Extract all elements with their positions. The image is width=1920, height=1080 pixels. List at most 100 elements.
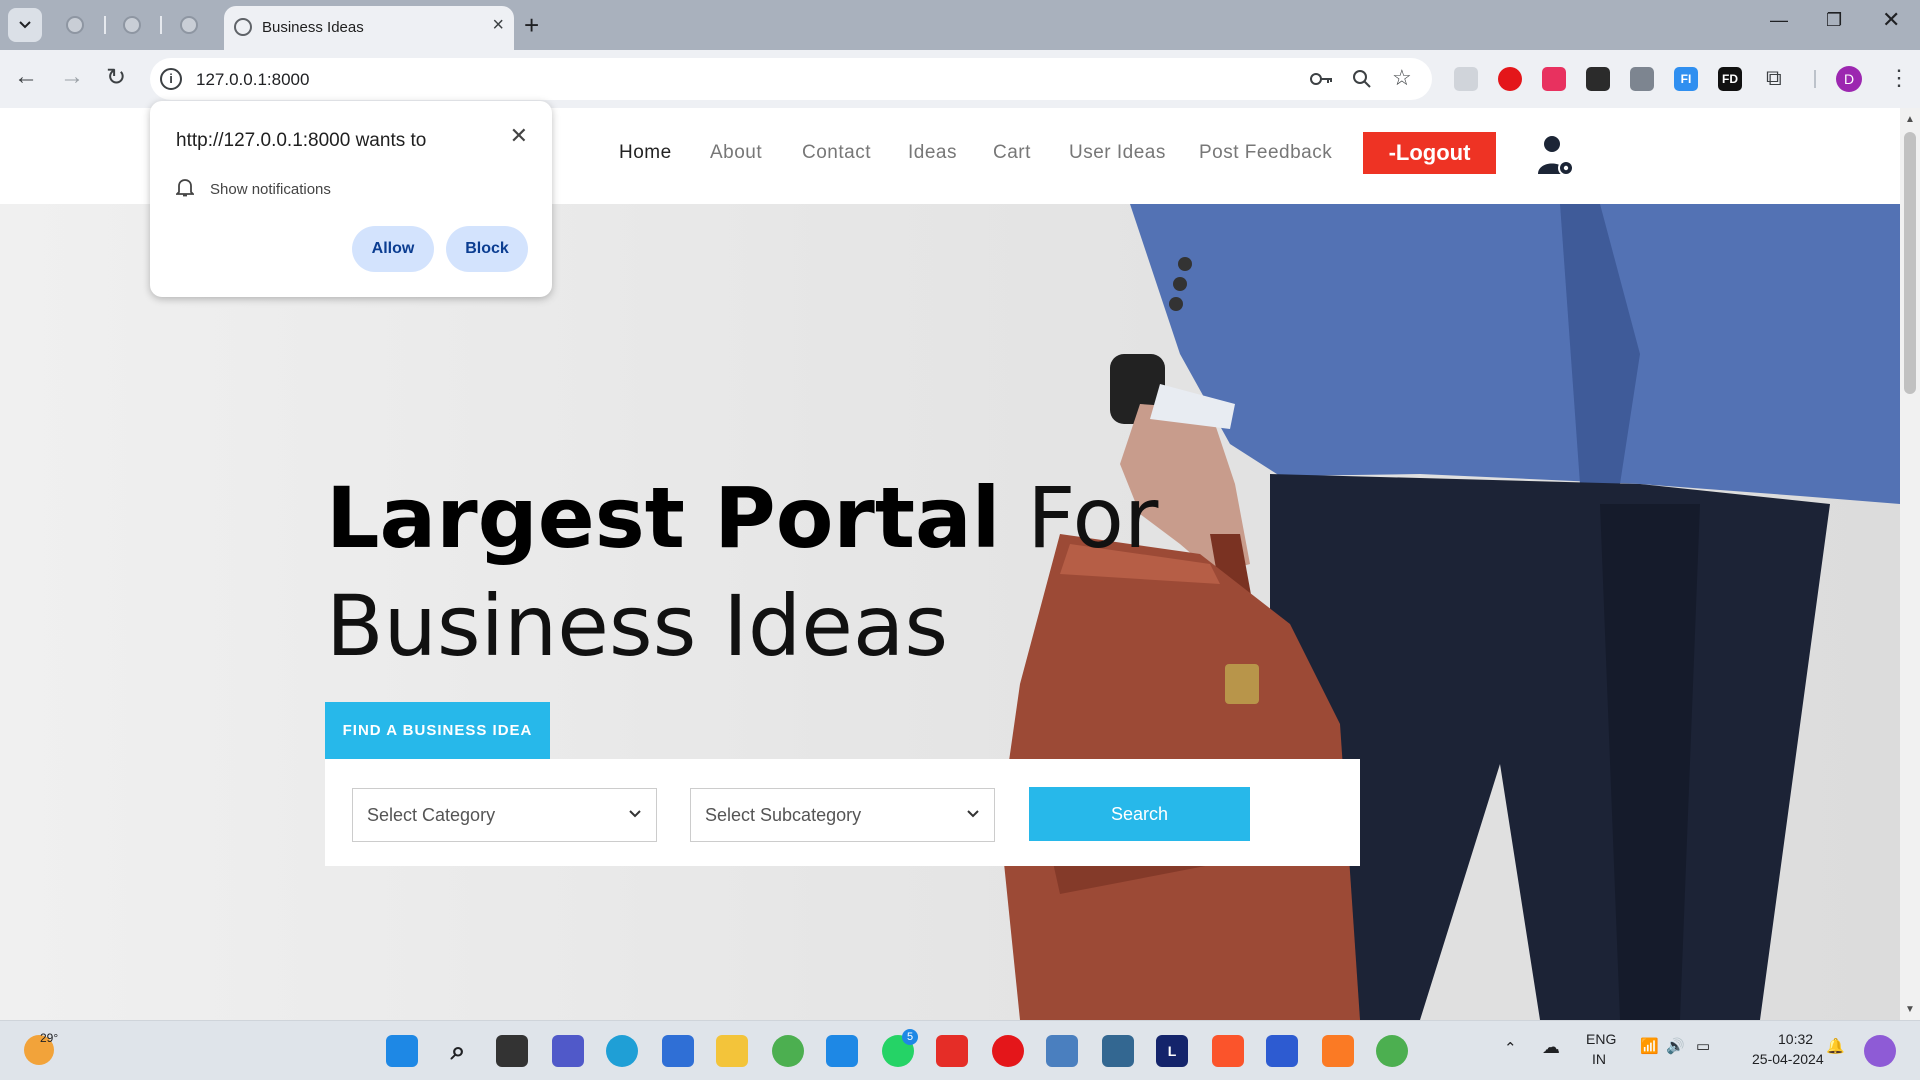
hero-title-for: For [1000,469,1159,567]
bell-icon [176,179,194,197]
nav-post-feedback[interactable]: Post Feedback [1199,142,1332,164]
address-bar[interactable]: i 127.0.0.1:8000 ☆ [150,58,1432,100]
app-l-icon[interactable]: L [1156,1035,1188,1067]
restore-icon[interactable]: ❐ [1826,10,1842,31]
allow-button[interactable]: Allow [352,226,434,272]
category-select[interactable]: Select Category [352,788,657,842]
youtube-icon[interactable] [936,1035,968,1067]
vscode-icon[interactable] [826,1035,858,1067]
whatsapp-badge: 5 [902,1029,918,1045]
hero-title: Largest Portal For Business Ideas [326,464,1158,680]
reload-icon[interactable]: ↻ [106,63,126,92]
site-info-icon[interactable]: i [160,68,182,90]
extension-icon[interactable] [1542,67,1566,91]
logout-button[interactable]: -Logout [1363,132,1496,174]
task-view-icon[interactable] [496,1035,528,1067]
chrome-profile-icon[interactable] [1376,1035,1408,1067]
category-select-value: Select Category [367,805,496,825]
bookmark-star-icon[interactable]: ☆ [1392,65,1412,91]
edge-icon[interactable] [606,1035,638,1067]
globe-icon [123,16,141,34]
pinned-tab-1[interactable] [61,11,89,39]
find-business-idea-tab[interactable]: FIND A BUSINESS IDEA [325,702,550,759]
subcategory-select[interactable]: Select Subcategory [690,788,995,842]
teams-icon[interactable] [552,1035,584,1067]
more-menu-icon[interactable]: ⋮ [1888,65,1910,91]
close-tab-icon[interactable]: × [492,14,504,37]
notification-permission-popup: http://127.0.0.1:8000 wants to ✕ Show no… [150,101,552,297]
tab-separator [160,16,162,34]
cloud-icon[interactable]: ☁ [1542,1037,1560,1058]
scrollbar-thumb[interactable] [1904,132,1916,394]
back-arrow-icon[interactable]: ← [14,63,38,91]
extension-icon[interactable]: FI [1674,67,1698,91]
page-scrollbar[interactable]: ▲ ▼ [1900,108,1920,1020]
language-line-2[interactable]: IN [1592,1051,1606,1067]
nav-about[interactable]: About [710,142,762,164]
scroll-down-icon[interactable]: ▼ [1905,1004,1915,1015]
app-icon[interactable] [1046,1035,1078,1067]
language-line-1[interactable]: ENG [1586,1031,1616,1047]
nav-user-ideas[interactable]: User Ideas [1069,142,1166,164]
extension-icon[interactable] [1454,67,1478,91]
chevron-down-icon [629,810,641,818]
extension-icon[interactable]: FD [1718,67,1742,91]
app-chart-icon[interactable] [1266,1035,1298,1067]
weather-temperature: 29° [40,1031,59,1045]
nav-home[interactable]: Home [619,142,672,164]
profile-avatar[interactable]: D [1836,66,1862,92]
notification-bell-icon[interactable]: 🔔 [1826,1037,1845,1055]
tab-search-button[interactable] [8,8,42,42]
globe-icon [180,16,198,34]
search-icon[interactable]: ⌕ [442,1035,474,1067]
extension-icon[interactable] [1498,67,1522,91]
copilot-icon[interactable] [1864,1035,1896,1067]
search-button[interactable]: Search [1029,787,1250,841]
globe-icon [66,16,84,34]
chrome-icon[interactable] [772,1035,804,1067]
volume-icon[interactable]: 🔊 [1666,1037,1685,1055]
password-key-icon[interactable] [1310,71,1334,87]
nav-contact[interactable]: Contact [802,142,871,164]
extensions-puzzle-icon[interactable]: ⧉ [1766,65,1782,91]
nav-cart[interactable]: Cart [993,142,1031,164]
start-windows-icon[interactable] [386,1035,418,1067]
chevron-up-icon[interactable]: ⌃ [1504,1039,1517,1057]
recorder-icon[interactable] [992,1035,1024,1067]
zoom-icon[interactable] [1352,69,1372,89]
popup-heading: http://127.0.0.1:8000 wants to [176,130,427,151]
minimize-icon[interactable]: — [1770,10,1788,31]
tab-separator [104,16,106,34]
chevron-down-icon [967,810,979,818]
store-icon[interactable] [662,1035,694,1067]
user-settings-icon[interactable] [1536,134,1576,178]
close-window-icon[interactable]: ✕ [1882,7,1900,33]
clock-time[interactable]: 10:32 [1778,1031,1813,1047]
forward-arrow-icon[interactable]: → [60,63,84,91]
extension-icon[interactable] [1586,67,1610,91]
block-button[interactable]: Block [446,226,528,272]
url-text: 127.0.0.1:8000 [196,70,310,89]
brave-icon[interactable] [1212,1035,1244,1067]
new-tab-button[interactable]: + [524,10,539,41]
wifi-icon[interactable]: 📶 [1640,1037,1659,1055]
pinned-tab-3[interactable] [175,11,203,39]
hero-title-line-2: Business Ideas [326,577,949,675]
battery-icon[interactable]: ▭ [1696,1037,1710,1055]
postgres-icon[interactable] [1102,1035,1134,1067]
active-tab[interactable]: Business Ideas × [224,6,514,50]
extension-icon[interactable] [1630,67,1654,91]
hero-title-bold: Largest Portal [326,469,1001,567]
globe-icon [234,18,252,36]
xampp-icon[interactable] [1322,1035,1354,1067]
nav-ideas[interactable]: Ideas [908,142,957,164]
scroll-up-icon[interactable]: ▲ [1905,114,1915,125]
windows-taskbar: 29° ⌕ 5 L ⌃ ☁ ENG IN 📶 🔊 ▭ 10:32 25-04-2… [0,1020,1920,1080]
subcategory-select-value: Select Subcategory [705,805,862,825]
clock-date[interactable]: 25-04-2024 [1752,1051,1824,1067]
close-icon[interactable]: ✕ [510,123,528,149]
chevron-down-icon [19,21,31,29]
pinned-tab-2[interactable] [118,11,146,39]
browser-toolbar: ← → ↻ i 127.0.0.1:8000 ☆ FI FD ⧉ D ⋮ [0,50,1920,108]
file-explorer-icon[interactable] [716,1035,748,1067]
